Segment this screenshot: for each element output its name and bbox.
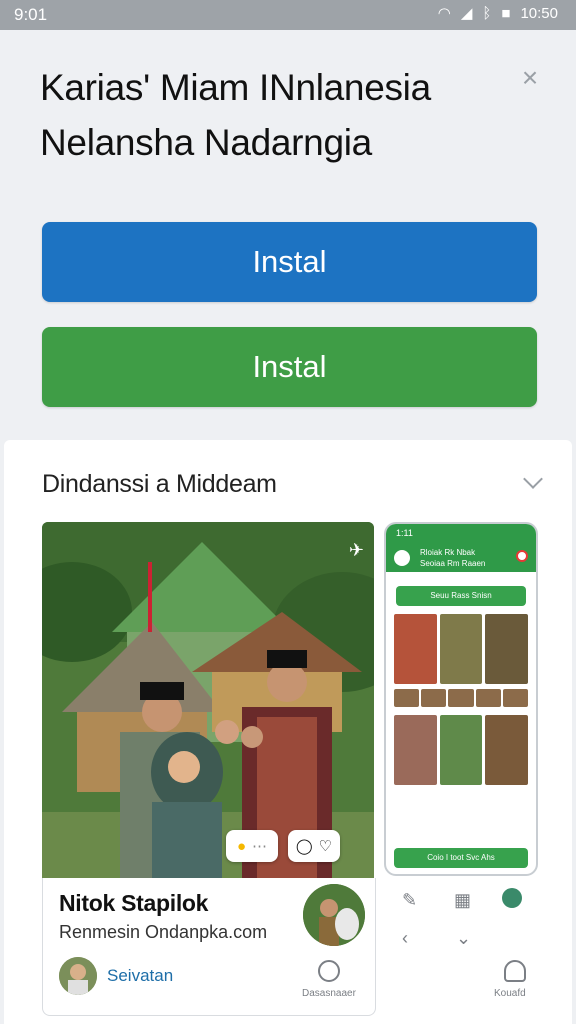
feather-icon[interactable]: ✎ — [402, 890, 417, 911]
developer-avatar-illustration — [59, 957, 97, 995]
preview-header: 1:11 Rloiak Rk Nbak Seoiaa Rm Raaen — [386, 524, 536, 572]
status-time: 9:01 — [14, 5, 48, 24]
signal-icon: ◢ — [460, 5, 473, 22]
app-publisher: Renmesin Ondanpka.com — [59, 922, 268, 942]
screenshot-photo[interactable]: ● ⋯ ◯ ♡ ✈ — [42, 522, 374, 878]
profile-icon[interactable] — [504, 960, 526, 982]
preview-thumb — [485, 614, 528, 684]
smile-icon: ● — [236, 837, 247, 855]
close-icon[interactable]: × — [516, 64, 544, 92]
notification-dot-icon — [516, 550, 528, 562]
chevron-down-icon[interactable] — [523, 469, 543, 489]
install-button-primary[interactable]: Instal — [42, 222, 537, 302]
preview-thumb — [439, 715, 483, 785]
preview-thumb — [439, 614, 483, 684]
developer-row[interactable]: Seivatan — [59, 954, 173, 998]
status-bar: 9:01 ◠ ◢ ᛒ ■ 10:50 — [0, 0, 576, 30]
more-icon: ⋯ — [252, 838, 268, 855]
chevron-down-small-icon[interactable]: ⌄ — [456, 928, 471, 949]
preview-photo-grid — [394, 614, 528, 684]
preview-header-line1: Rloiak Rk Nbak — [420, 548, 476, 557]
village-photo-illustration — [42, 522, 374, 878]
preview-thumb — [394, 614, 437, 684]
developer-avatar — [59, 957, 97, 995]
preview-thumb — [394, 715, 437, 785]
avatar-illustration — [303, 884, 365, 946]
install-button-secondary[interactable]: Instal — [42, 327, 537, 407]
app-name: Nitok Stapilok — [59, 890, 209, 916]
preview-header-line2: Seoiaa Rm Raaen — [420, 559, 486, 568]
share-icon[interactable]: ✈ — [349, 540, 364, 561]
app-details-card: Dindanssi a Middeam ● ⋯ ◯ ♡ ✈ Nitok Stap… — [4, 440, 572, 1024]
nav-label-1[interactable]: Dasasnaaer — [302, 988, 356, 999]
preview-thumb-row — [394, 689, 528, 707]
emoji-reaction-chip[interactable]: ● ⋯ — [226, 830, 278, 862]
info-icon[interactable] — [318, 960, 340, 982]
preview-time: 1:11 — [396, 528, 413, 538]
dialog-title-line1: Karias' Miam INnlanesia — [40, 67, 431, 108]
dialog-title-line2: Nelansha Nadarngia — [40, 122, 372, 163]
preview-thumb — [485, 715, 528, 785]
status-icons: ◠ ◢ ᛒ ■ 10:50 — [438, 5, 558, 23]
preview-pill-bottom: Coio I toot Svc Ahs — [394, 848, 528, 868]
comment-reaction-chip[interactable]: ◯ ♡ — [288, 830, 340, 862]
globe-icon[interactable] — [502, 888, 522, 908]
app-avatar[interactable] — [303, 884, 365, 946]
bluetooth-icon: ᛒ — [482, 5, 492, 22]
preview-logo-icon — [394, 550, 410, 566]
dialog-title: Karias' Miam INnlanesia Nelansha Nadarng… — [40, 60, 480, 170]
wifi-icon: ◠ — [437, 5, 451, 22]
battery-icon: ■ — [501, 5, 511, 22]
preview-pill-top: Seuu Rass Snisn — [396, 586, 526, 606]
nav-label-2[interactable]: Kouafd — [494, 988, 526, 999]
like-icon: ♡ — [318, 838, 333, 855]
preview-photo-grid-2 — [394, 715, 528, 785]
phone-preview-screenshot[interactable]: 1:11 Rloiak Rk Nbak Seoiaa Rm Raaen Seuu… — [384, 522, 538, 876]
chevron-left-icon[interactable]: ‹ — [402, 928, 408, 949]
status-time-right: 10:50 — [520, 5, 558, 22]
calendar-icon[interactable]: ▦ — [454, 890, 471, 911]
developer-name: Seivatan — [107, 966, 174, 985]
comment-icon: ◯ — [295, 838, 313, 855]
section-heading: Dindanssi a Middeam — [42, 470, 277, 498]
